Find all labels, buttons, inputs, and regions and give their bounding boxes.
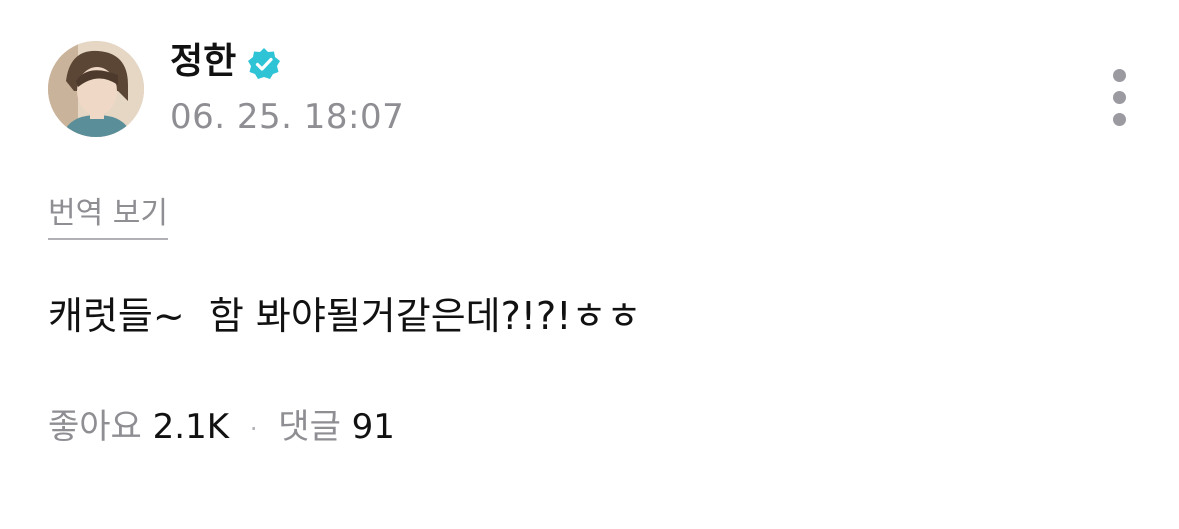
post-timestamp: 06. 25. 18:07 — [170, 97, 405, 137]
more-vertical-icon — [1113, 113, 1126, 126]
author-name[interactable]: 정한 — [170, 38, 236, 86]
post-stats: 좋아요 2.1K · 댓글 91 — [48, 404, 395, 452]
stats-separator: · — [249, 414, 258, 443]
verified-badge-icon — [248, 48, 280, 79]
comments-label: 댓글 — [278, 407, 352, 447]
more-vertical-icon — [1113, 91, 1126, 104]
more-options-button[interactable] — [1100, 62, 1140, 132]
likes-stat[interactable]: 좋아요 2.1K — [48, 404, 229, 450]
comments-count: 91 — [351, 407, 395, 447]
comments-stat[interactable]: 댓글 91 — [278, 404, 395, 450]
avatar[interactable] — [48, 41, 144, 137]
avatar-photo — [48, 41, 144, 137]
more-vertical-icon — [1113, 69, 1126, 82]
translate-link[interactable]: 번역 보기 — [48, 194, 168, 240]
post-body: 캐럿들~ 함 봐야될거같은데?!?!ㅎㅎ — [48, 294, 642, 338]
likes-count: 2.1K — [152, 407, 230, 447]
post-card: 정한 06. 25. 18:07 번역 보기 캐럿들~ 함 봐야될거같은데?!?… — [0, 0, 1179, 529]
likes-label: 좋아요 — [48, 407, 153, 447]
